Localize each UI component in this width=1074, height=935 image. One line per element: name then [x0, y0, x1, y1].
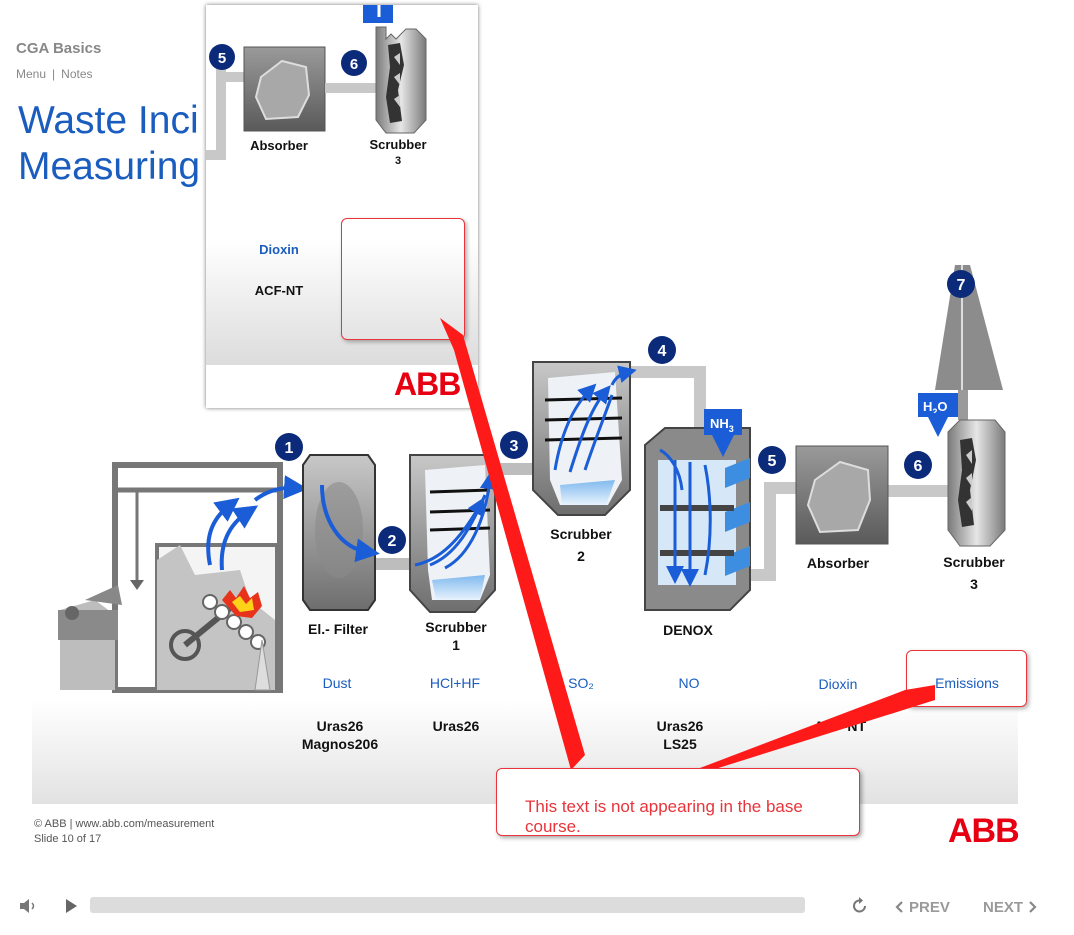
svg-text:2: 2 [388, 533, 397, 550]
step-marker-4: 4 [648, 336, 676, 364]
popup-abb-logo: ABB [394, 366, 461, 402]
svg-text:1: 1 [285, 440, 294, 457]
replay-icon [853, 897, 866, 913]
step-marker-6: 6 [904, 451, 932, 479]
incinerator-plant [58, 462, 308, 693]
popup-scrubber-label: Scrubber 3 [348, 137, 448, 169]
denox-unit: NH3 [644, 409, 751, 611]
chevron-right-icon [1029, 901, 1037, 913]
prev-label: PREV [909, 898, 950, 916]
label-scrubber-2-name: Scrubber [550, 526, 612, 542]
next-label: NEXT [983, 898, 1024, 916]
scrubber-3-unit: H2O [918, 265, 1006, 547]
play-icon [66, 899, 77, 913]
play-button[interactable] [62, 897, 80, 915]
component-so2: SO₂ [568, 675, 594, 691]
label-scrubber-2-num: 2 [577, 548, 585, 564]
label-scrubber-3-num: 3 [970, 576, 978, 592]
popup-scrubber-name: Scrubber [369, 137, 427, 152]
zoom-popup[interactable]: 5 6 Absorber Scrubber 3 Dioxin ACF-NT AB… [206, 5, 478, 408]
prev-button[interactable]: PREV [895, 897, 950, 917]
label-scrubber-3: Scrubber 3 [924, 553, 1024, 593]
popup-absorber-label: Absorber [250, 138, 308, 153]
popup-step-marker-5: 5 [209, 44, 235, 70]
step-marker-1: 1 [275, 433, 303, 461]
label-absorber: Absorber [806, 555, 870, 571]
component-hcl-hf: HCl+HF [429, 675, 481, 691]
popup-component-dioxin: Dioxin [259, 242, 299, 257]
svg-text:5: 5 [768, 453, 777, 470]
scrubber-1-unit [409, 454, 498, 613]
analyzer-no-1: Uras26 [656, 718, 704, 734]
annotation-highlight-emissions [906, 650, 1027, 707]
label-el-filter: El.- Filter [308, 621, 368, 637]
label-denox: DENOX [663, 622, 713, 638]
component-dioxin: Dioxin [818, 676, 858, 692]
step-marker-2: 2 [378, 526, 406, 554]
annotation-highlight-popup [341, 218, 465, 340]
svg-text:7: 7 [957, 277, 966, 294]
footer-copyright: © ABB | www.abb.com/measurement Slide 10… [34, 817, 214, 847]
step-marker-3: 3 [500, 431, 528, 459]
analyzer-hcl: Uras26 [432, 718, 480, 734]
svg-text:4: 4 [658, 343, 667, 360]
analyzer-dust: Uras26 Magnos206 [290, 717, 390, 753]
process-diagram: NH3 H2O 1 2 3 4 5 6 7 [58, 265, 1006, 693]
component-dust: Dust [322, 675, 352, 691]
chevron-left-icon [895, 901, 903, 913]
popup-scrubber-num: 3 [394, 155, 402, 167]
popup-analyzer: ACF-NT [254, 283, 304, 298]
label-scrubber-1: Scrubber 1 [406, 618, 506, 654]
analyzer-dioxin: ACF-NT [813, 718, 867, 734]
svg-text:5: 5 [218, 50, 226, 67]
speaker-icon [20, 899, 35, 913]
analyzer-dust-2: Magnos206 [301, 736, 379, 752]
component-no: NO [678, 675, 700, 691]
annotation-text: This text is not appearing in the base c… [525, 797, 803, 836]
label-scrubber-1-num: 1 [452, 637, 460, 653]
footer-abb-logo: ABB [948, 812, 1020, 850]
player-controls: PREV NEXT [0, 880, 1074, 935]
analyzer-no: Uras26 LS25 [630, 717, 730, 753]
analyzer-no-2: LS25 [663, 736, 697, 752]
label-scrubber-1-name: Scrubber [425, 619, 487, 635]
svg-text:6: 6 [914, 458, 923, 475]
electrostatic-filter [302, 454, 380, 611]
label-scrubber-3-name: Scrubber [943, 554, 1005, 570]
footer-copyright-text: © ABB | www.abb.com/measurement [34, 818, 215, 830]
annotation-callout: This text is not appearing in the base c… [496, 768, 860, 836]
popup-step-marker-6: 6 [341, 50, 367, 76]
svg-text:3: 3 [510, 438, 519, 455]
progress-bar[interactable] [90, 897, 805, 913]
replay-button[interactable] [850, 896, 870, 916]
analyzer-dust-1: Uras26 [316, 718, 364, 734]
scrubber-2-unit [532, 361, 637, 516]
absorber-unit [795, 445, 889, 545]
volume-button[interactable] [18, 897, 38, 915]
popup-diagram: 5 6 [206, 5, 427, 160]
label-scrubber-2: Scrubber 2 [531, 525, 631, 565]
svg-text:6: 6 [350, 56, 358, 73]
slide-counter: Slide 10 of 17 [34, 833, 102, 845]
step-marker-7: 7 [947, 270, 975, 298]
step-marker-5: 5 [758, 446, 786, 474]
next-button[interactable]: NEXT [983, 897, 1037, 917]
